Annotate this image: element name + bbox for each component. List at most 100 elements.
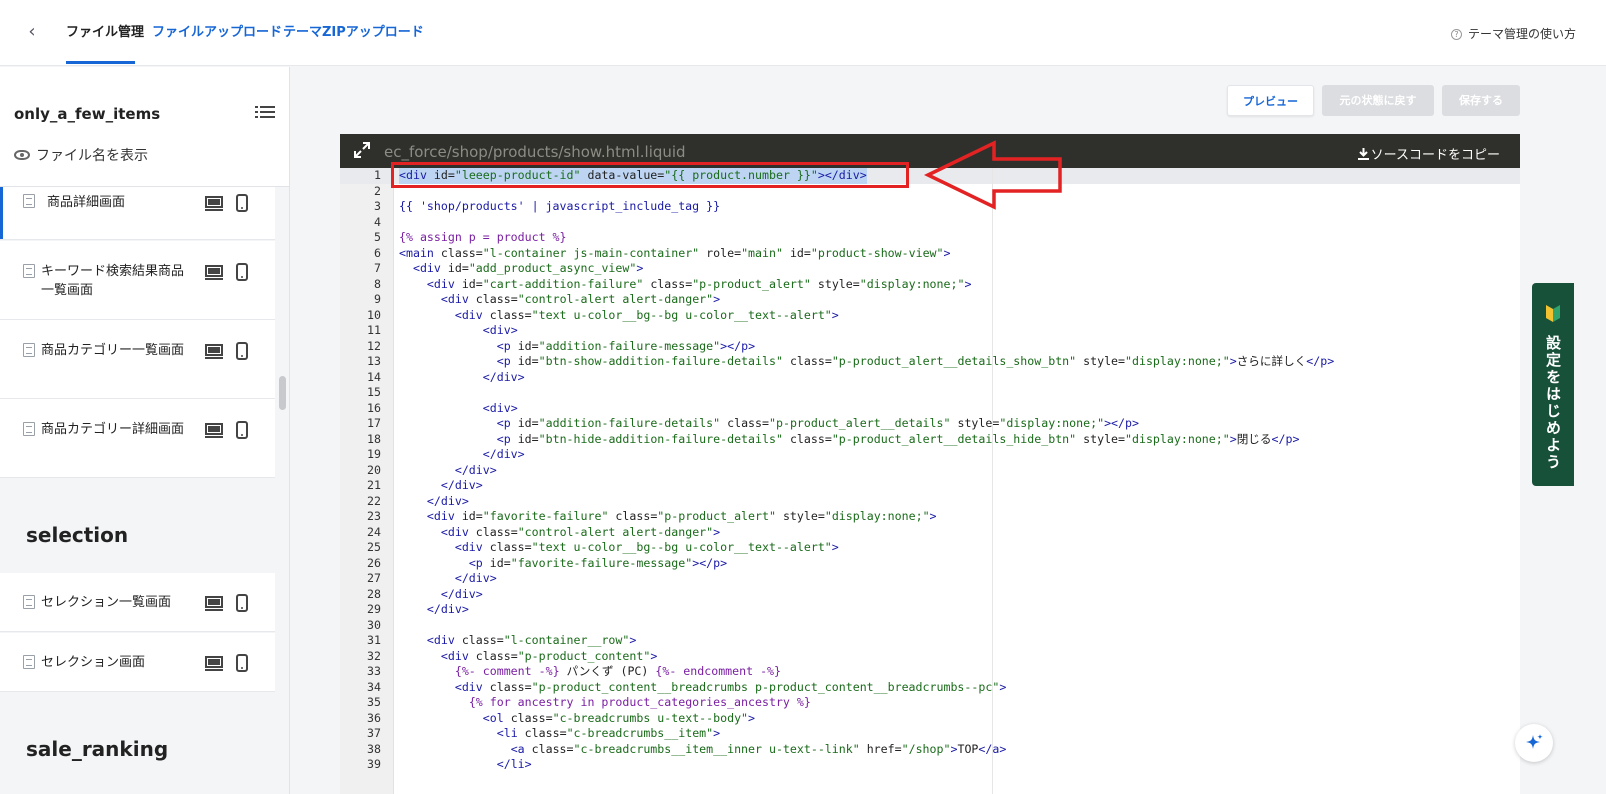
code-text: <p id="addition-failure-message"></p>: [496, 338, 756, 353]
smartphone-icon[interactable]: [236, 594, 248, 612]
code-line[interactable]: 21 </div>: [340, 478, 1520, 494]
back-chevron-icon[interactable]: ‹: [22, 22, 42, 42]
code-line[interactable]: 27 </div>: [340, 571, 1520, 587]
code-line[interactable]: 34 <div class="p-product_content__breadc…: [340, 680, 1520, 696]
desktop-icon[interactable]: [205, 656, 223, 672]
line-number: 4: [374, 214, 381, 229]
code-line[interactable]: 24 <div class="control-alert alert-dange…: [340, 525, 1520, 541]
code-line[interactable]: 23 <div id="favorite-failure" class="p-p…: [340, 509, 1520, 525]
desktop-icon[interactable]: [205, 265, 223, 281]
show-file-names-toggle[interactable]: ファイル名を表示: [14, 145, 148, 165]
print-margin-guide: [992, 168, 993, 794]
preview-button[interactable]: プレビュー: [1227, 85, 1314, 116]
code-line[interactable]: 25 <div class="text u-color__bg--bg u-co…: [340, 540, 1520, 556]
getting-started-side-tab[interactable]: 設定をはじめよう: [1532, 283, 1574, 486]
sparkle-icon: [1526, 734, 1543, 749]
line-number: 23: [367, 509, 381, 523]
code-line[interactable]: 20 </div>: [340, 463, 1520, 479]
code-line[interactable]: 33 {%- comment -%} パンくず (PC) {%- endcomm…: [340, 664, 1520, 680]
sidebar-item-category-list[interactable]: 商品カテゴリー一覧画面: [0, 320, 275, 399]
line-number: 37: [367, 726, 381, 740]
line-number: 30: [367, 617, 381, 632]
file-icon: [23, 264, 35, 278]
code-line[interactable]: 5 {% assign p = product %}: [340, 230, 1520, 246]
code-text: </div>: [440, 478, 483, 492]
code-text: <p id="btn-hide-addition-failure-details…: [496, 431, 1300, 446]
smartphone-icon[interactable]: [236, 194, 248, 212]
desktop-icon[interactable]: [205, 596, 223, 612]
code-text: {% for ancestry in product_categories_an…: [468, 695, 811, 709]
code-line[interactable]: 6 <main class="l-container js-main-contai…: [340, 246, 1520, 262]
code-text: <p id="btn-show-addition-failure-details…: [496, 354, 1335, 368]
line-number: 27: [367, 571, 381, 585]
smartphone-icon[interactable]: [236, 342, 248, 360]
code-line[interactable]: 26 <p id="favorite-failure-message"></p>: [340, 556, 1520, 572]
code-text: </div>: [426, 493, 469, 508]
code-editor[interactable]: ec_force/shop/products/show.html.liquid …: [340, 134, 1520, 794]
code-line[interactable]: 30: [340, 618, 1520, 634]
code-line[interactable]: 22 </div>: [340, 494, 1520, 510]
sidebar-item-selection[interactable]: セレクション画面: [0, 633, 275, 692]
code-line[interactable]: 37 <li class="c-breadcrumbs__item">: [340, 726, 1520, 742]
line-number: 26: [367, 555, 381, 570]
sidebar-item-product-detail[interactable]: 商品詳細画面: [0, 187, 275, 240]
code-line[interactable]: 29 </div>: [340, 602, 1520, 618]
code-line[interactable]: 35 {% for ancestry in product_categories…: [340, 695, 1520, 711]
smartphone-icon[interactable]: [236, 421, 248, 439]
code-line[interactable]: 9 <div class="control-alert alert-danger…: [340, 292, 1520, 308]
code-line[interactable]: 39 </li>: [340, 757, 1520, 773]
code-text: <div class="control-alert alert-danger">: [440, 292, 721, 306]
file-path: ec_force/shop/products/show.html.liquid: [384, 143, 686, 161]
code-line[interactable]: 32 <div class="p-product_content">: [340, 649, 1520, 665]
code-line[interactable]: 11 <div>: [340, 323, 1520, 339]
code-line[interactable]: 13 <p id="btn-show-addition-failure-deta…: [340, 354, 1520, 370]
copy-source-button[interactable]: ソースコードをコピー: [1357, 144, 1500, 163]
code-text: </div>: [454, 571, 497, 585]
tab-theme-zip-upload[interactable]: テーマZIPアップロード: [283, 24, 424, 42]
line-number: 15: [367, 385, 381, 399]
code-text: {{ 'shop/products' | javascript_include_…: [399, 199, 721, 213]
desktop-icon[interactable]: [205, 196, 223, 212]
code-line[interactable]: 15: [340, 385, 1520, 401]
desktop-icon[interactable]: [205, 423, 223, 439]
code-text: <div id="add_product_async_view">: [412, 261, 644, 275]
line-number: 12: [367, 338, 381, 353]
code-line[interactable]: 7 <div id="add_product_async_view">: [340, 261, 1520, 277]
code-line[interactable]: 28 </div>: [340, 587, 1520, 603]
code-line[interactable]: 10 <div class="text u-color__bg--bg u-co…: [340, 308, 1520, 324]
line-number: 2: [374, 183, 381, 198]
code-lines[interactable]: 1 <div id="leeep-product-id" data-value="…: [340, 168, 1520, 773]
expand-icon[interactable]: [354, 142, 370, 158]
code-line[interactable]: 31 <div class="l-container__row">: [340, 633, 1520, 649]
code-line[interactable]: 38 <a class="c-breadcrumbs__item__inner …: [340, 742, 1520, 758]
smartphone-icon[interactable]: [236, 263, 248, 281]
section-title-selection: selection: [26, 523, 129, 547]
code-line[interactable]: 8 <div id="cart-addition-failure" class=…: [340, 277, 1520, 293]
ai-assistant-button[interactable]: [1515, 724, 1553, 762]
code-line[interactable]: 36 <ol class="c-breadcrumbs u-text--body…: [340, 711, 1520, 727]
theme-help-link[interactable]: ? テーマ管理の使い方: [1450, 25, 1576, 42]
save-button[interactable]: 保存する: [1442, 85, 1520, 116]
code-line[interactable]: 14 </div>: [340, 370, 1520, 386]
tab-file-upload[interactable]: ファイルアップロード: [152, 24, 282, 42]
code-line[interactable]: 18 <p id="btn-hide-addition-failure-deta…: [340, 432, 1520, 448]
code-line[interactable]: 19 </div>: [340, 447, 1520, 463]
getting-started-label: 設定をはじめよう: [1544, 335, 1562, 471]
code-line[interactable]: 4: [340, 215, 1520, 231]
code-text: <div id="favorite-failure" class="p-prod…: [426, 509, 937, 523]
line-number: 39: [367, 757, 381, 771]
code-line[interactable]: 17 <p id="addition-failure-details" clas…: [340, 416, 1520, 432]
smartphone-icon[interactable]: [236, 654, 248, 672]
list-icon[interactable]: [255, 105, 275, 119]
sidebar-item-category-detail[interactable]: 商品カテゴリー詳細画面: [0, 399, 275, 478]
desktop-icon[interactable]: [205, 344, 223, 360]
sidebar-scrollbar[interactable]: [279, 376, 286, 410]
revert-button[interactable]: 元の状態に戻す: [1322, 85, 1434, 116]
help-label: テーマ管理の使い方: [1467, 27, 1576, 41]
sidebar-item-selection-list[interactable]: セレクション一覧画面: [0, 573, 275, 632]
code-line[interactable]: 16 <div>: [340, 401, 1520, 417]
tab-file-management[interactable]: ファイル管理: [66, 24, 144, 42]
theme-name: only_a_few_items: [14, 105, 161, 123]
code-line[interactable]: 12 <p id="addition-failure-message"></p>: [340, 339, 1520, 355]
sidebar-item-keyword-search[interactable]: キーワード検索結果商品一覧画面: [0, 241, 275, 320]
